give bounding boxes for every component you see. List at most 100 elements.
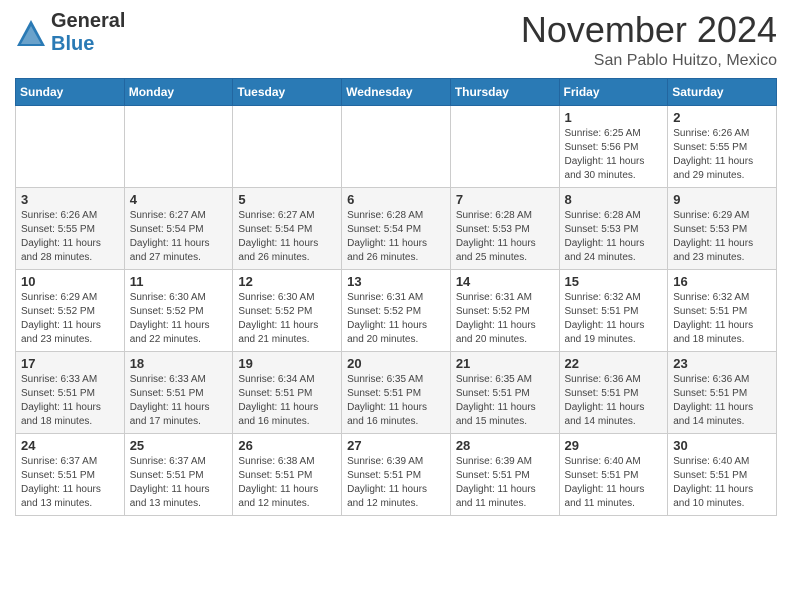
day-info: Sunrise: 6:31 AMSunset: 5:52 PMDaylight:… (456, 291, 554, 347)
day-info: Sunrise: 6:33 AMSunset: 5:51 PMDaylight:… (21, 373, 119, 429)
day-info: Sunrise: 6:27 AMSunset: 5:54 PMDaylight:… (238, 209, 336, 265)
calendar-cell: 25 Sunrise: 6:37 AMSunset: 5:51 PMDayligh… (124, 433, 233, 515)
day-info: Sunrise: 6:35 AMSunset: 5:51 PMDaylight:… (347, 373, 445, 429)
day-info: Sunrise: 6:28 AMSunset: 5:54 PMDaylight:… (347, 209, 445, 265)
month-title: November 2024 (521, 10, 777, 50)
day-number: 15 (565, 274, 663, 289)
day-number: 12 (238, 274, 336, 289)
day-info: Sunrise: 6:28 AMSunset: 5:53 PMDaylight:… (565, 209, 663, 265)
calendar-cell: 28 Sunrise: 6:39 AMSunset: 5:51 PMDayligh… (450, 433, 559, 515)
day-number: 7 (456, 192, 554, 207)
calendar-cell: 30 Sunrise: 6:40 AMSunset: 5:51 PMDayligh… (668, 433, 777, 515)
location-title: San Pablo Huitzo, Mexico (521, 52, 777, 70)
day-info: Sunrise: 6:29 AMSunset: 5:52 PMDaylight:… (21, 291, 119, 347)
calendar: SundayMondayTuesdayWednesdayThursdayFrid… (15, 78, 777, 516)
day-number: 3 (21, 192, 119, 207)
day-number: 9 (673, 192, 771, 207)
header: General Blue November 2024 San Pablo Hui… (15, 10, 777, 70)
day-info: Sunrise: 6:40 AMSunset: 5:51 PMDaylight:… (673, 455, 771, 511)
calendar-cell: 19Sunrise: 6:34 AMSunset: 5:51 PMDayligh… (233, 351, 342, 433)
day-number: 22 (565, 356, 663, 371)
day-number: 13 (347, 274, 445, 289)
title-area: November 2024 San Pablo Huitzo, Mexico (521, 10, 777, 70)
logo: General Blue (15, 10, 125, 56)
calendar-cell: 2 Sunrise: 6:26 AMSunset: 5:55 PMDaylight… (668, 105, 777, 187)
day-info: Sunrise: 6:33 AMSunset: 5:51 PMDaylight:… (130, 373, 228, 429)
calendar-cell: 10Sunrise: 6:29 AMSunset: 5:52 PMDayligh… (16, 269, 125, 351)
day-number: 11 (130, 274, 228, 289)
calendar-cell (16, 105, 125, 187)
calendar-cell: 8Sunrise: 6:28 AMSunset: 5:53 PMDaylight… (559, 187, 668, 269)
day-info: Sunrise: 6:39 AMSunset: 5:51 PMDaylight:… (456, 455, 554, 511)
weekday-header-friday: Friday (559, 78, 668, 105)
day-number: 17 (21, 356, 119, 371)
day-number: 5 (238, 192, 336, 207)
day-info: Sunrise: 6:26 AMSunset: 5:55 PMDaylight:… (673, 127, 771, 183)
weekday-header-tuesday: Tuesday (233, 78, 342, 105)
day-info: Sunrise: 6:27 AMSunset: 5:54 PMDaylight:… (130, 209, 228, 265)
day-number: 14 (456, 274, 554, 289)
calendar-cell (233, 105, 342, 187)
day-info: Sunrise: 6:26 AMSunset: 5:55 PMDaylight:… (21, 209, 119, 265)
day-number: 30 (673, 438, 771, 453)
week-row-3: 10Sunrise: 6:29 AMSunset: 5:52 PMDayligh… (16, 269, 777, 351)
day-number: 1 (565, 110, 663, 125)
day-number: 24 (21, 438, 119, 453)
day-number: 26 (238, 438, 336, 453)
weekday-header-wednesday: Wednesday (342, 78, 451, 105)
day-info: Sunrise: 6:32 AMSunset: 5:51 PMDaylight:… (565, 291, 663, 347)
day-info: Sunrise: 6:40 AMSunset: 5:51 PMDaylight:… (565, 455, 663, 511)
calendar-cell: 9Sunrise: 6:29 AMSunset: 5:53 PMDaylight… (668, 187, 777, 269)
page: General Blue November 2024 San Pablo Hui… (0, 0, 792, 531)
day-info: Sunrise: 6:37 AMSunset: 5:51 PMDaylight:… (130, 455, 228, 511)
weekday-header-saturday: Saturday (668, 78, 777, 105)
calendar-cell: 27 Sunrise: 6:39 AMSunset: 5:51 PMDayligh… (342, 433, 451, 515)
day-number: 29 (565, 438, 663, 453)
calendar-cell: 22Sunrise: 6:36 AMSunset: 5:51 PMDayligh… (559, 351, 668, 433)
logo-icon (15, 18, 47, 50)
weekday-header-monday: Monday (124, 78, 233, 105)
day-number: 19 (238, 356, 336, 371)
day-info: Sunrise: 6:31 AMSunset: 5:52 PMDaylight:… (347, 291, 445, 347)
day-info: Sunrise: 6:39 AMSunset: 5:51 PMDaylight:… (347, 455, 445, 511)
day-info: Sunrise: 6:28 AMSunset: 5:53 PMDaylight:… (456, 209, 554, 265)
calendar-cell: 5 Sunrise: 6:27 AMSunset: 5:54 PMDaylight… (233, 187, 342, 269)
day-number: 4 (130, 192, 228, 207)
weekday-header-sunday: Sunday (16, 78, 125, 105)
calendar-cell: 6 Sunrise: 6:28 AMSunset: 5:54 PMDaylight… (342, 187, 451, 269)
calendar-cell: 16Sunrise: 6:32 AMSunset: 5:51 PMDayligh… (668, 269, 777, 351)
weekday-header-row: SundayMondayTuesdayWednesdayThursdayFrid… (16, 78, 777, 105)
week-row-1: 1 Sunrise: 6:25 AMSunset: 5:56 PMDaylight… (16, 105, 777, 187)
calendar-cell (342, 105, 451, 187)
calendar-cell (124, 105, 233, 187)
calendar-cell: 20 Sunrise: 6:35 AMSunset: 5:51 PMDayligh… (342, 351, 451, 433)
day-info: Sunrise: 6:32 AMSunset: 5:51 PMDaylight:… (673, 291, 771, 347)
day-number: 20 (347, 356, 445, 371)
calendar-cell: 11Sunrise: 6:30 AMSunset: 5:52 PMDayligh… (124, 269, 233, 351)
day-info: Sunrise: 6:25 AMSunset: 5:56 PMDaylight:… (565, 127, 663, 183)
calendar-cell: 4 Sunrise: 6:27 AMSunset: 5:54 PMDaylight… (124, 187, 233, 269)
day-info: Sunrise: 6:30 AMSunset: 5:52 PMDaylight:… (238, 291, 336, 347)
day-number: 28 (456, 438, 554, 453)
calendar-cell: 14 Sunrise: 6:31 AMSunset: 5:52 PMDayligh… (450, 269, 559, 351)
calendar-cell: 17 Sunrise: 6:33 AMSunset: 5:51 PMDayligh… (16, 351, 125, 433)
calendar-cell: 3 Sunrise: 6:26 AMSunset: 5:55 PMDaylight… (16, 187, 125, 269)
logo-blue: Blue (51, 33, 94, 55)
calendar-cell: 15 Sunrise: 6:32 AMSunset: 5:51 PMDayligh… (559, 269, 668, 351)
calendar-cell: 26 Sunrise: 6:38 AMSunset: 5:51 PMDayligh… (233, 433, 342, 515)
day-number: 27 (347, 438, 445, 453)
day-info: Sunrise: 6:36 AMSunset: 5:51 PMDaylight:… (673, 373, 771, 429)
calendar-cell: 21Sunrise: 6:35 AMSunset: 5:51 PMDayligh… (450, 351, 559, 433)
calendar-cell (450, 105, 559, 187)
calendar-cell: 7 Sunrise: 6:28 AMSunset: 5:53 PMDaylight… (450, 187, 559, 269)
calendar-cell: 18Sunrise: 6:33 AMSunset: 5:51 PMDayligh… (124, 351, 233, 433)
calendar-cell: 13 Sunrise: 6:31 AMSunset: 5:52 PMDayligh… (342, 269, 451, 351)
calendar-cell: 23Sunrise: 6:36 AMSunset: 5:51 PMDayligh… (668, 351, 777, 433)
week-row-2: 3 Sunrise: 6:26 AMSunset: 5:55 PMDaylight… (16, 187, 777, 269)
calendar-cell: 12 Sunrise: 6:30 AMSunset: 5:52 PMDayligh… (233, 269, 342, 351)
day-number: 2 (673, 110, 771, 125)
day-info: Sunrise: 6:37 AMSunset: 5:51 PMDaylight:… (21, 455, 119, 511)
day-number: 25 (130, 438, 228, 453)
day-info: Sunrise: 6:38 AMSunset: 5:51 PMDaylight:… (238, 455, 336, 511)
day-number: 6 (347, 192, 445, 207)
